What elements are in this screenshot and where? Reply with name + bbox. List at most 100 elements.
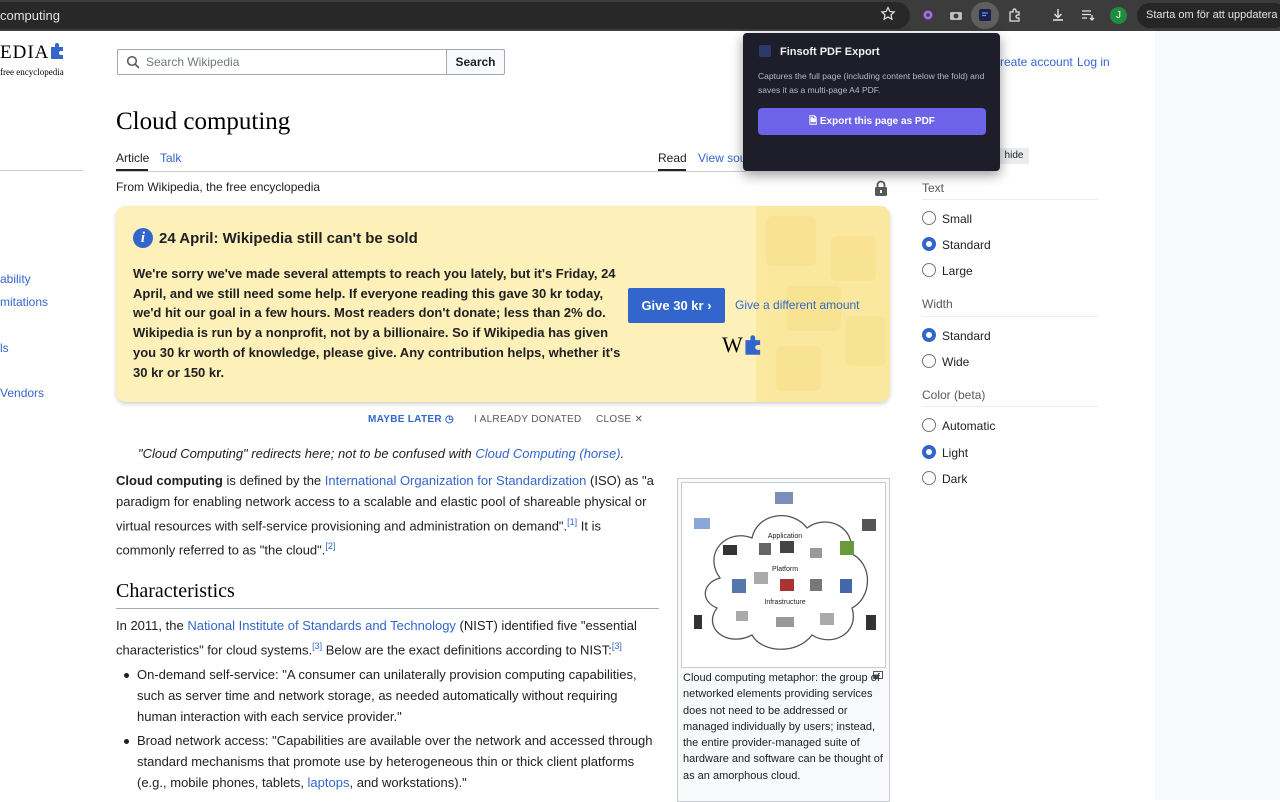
page-title: Cloud computing <box>116 108 291 135</box>
cloud-computing-horse-link[interactable]: Cloud Computing (horse) <box>475 446 620 461</box>
search-input[interactable]: Search Wikipedia <box>117 49 447 75</box>
width-wide-radio[interactable] <box>922 354 936 368</box>
reference-link[interactable]: [3] <box>612 641 622 651</box>
popup-title: Finsoft PDF Export <box>780 46 880 58</box>
toc-item[interactable]: Vendors <box>0 386 44 400</box>
pref-divider <box>922 406 1098 407</box>
hatnote: "Cloud Computing" redirects here; not to… <box>138 446 625 461</box>
bullet-marker <box>124 673 129 678</box>
url-text: computing <box>0 8 60 23</box>
pdf-export-popup: Finsoft PDF Export Captures the full pag… <box>743 33 1000 171</box>
close-icon: ✕ <box>634 414 644 425</box>
download-icon[interactable] <box>1048 5 1068 25</box>
reference-link[interactable]: [2] <box>325 541 335 551</box>
lock-icon[interactable] <box>874 180 888 196</box>
width-standard-radio[interactable] <box>922 328 936 342</box>
iso-link[interactable]: International Organization for Standardi… <box>325 473 587 488</box>
toc-item[interactable]: ability <box>0 272 31 286</box>
wikipedia-logo-wordmark[interactable]: EDIA <box>0 42 67 64</box>
wikipedia-25-logo: W <box>722 332 765 358</box>
figure-caption: Cloud computing metaphor: the group of n… <box>683 672 883 782</box>
search-placeholder: Search Wikipedia <box>146 55 240 69</box>
close-banner-button[interactable]: CLOSE ✕ <box>596 414 643 425</box>
tab-read[interactable]: Read <box>658 151 687 165</box>
maybe-later-button[interactable]: MAYBE LATER ◷ <box>368 414 454 425</box>
color-automatic-radio[interactable] <box>922 418 936 432</box>
extensions-puzzle-icon[interactable] <box>1005 5 1025 25</box>
log-in-link[interactable]: Log in <box>1077 55 1110 69</box>
tabs-divider <box>0 170 83 171</box>
tagline: From Wikipedia, the free encyclopedia <box>116 180 321 194</box>
text-size-small-radio[interactable] <box>922 211 936 225</box>
width-heading: Width <box>922 297 953 311</box>
nist-link[interactable]: National Institute of Standards and Tech… <box>187 618 456 633</box>
export-pdf-button[interactable]: 🗎 Export this page as PDF <box>758 108 986 135</box>
tab-article[interactable]: Article <box>116 151 149 165</box>
chevron-right-icon: › <box>707 298 712 313</box>
banner-message: We're sorry we've made several attempts … <box>133 266 621 380</box>
pref-divider <box>922 199 1098 200</box>
give-different-amount-link[interactable]: Give a different amount <box>735 298 860 312</box>
reference-link[interactable]: [1] <box>567 517 577 527</box>
text-size-standard-radio[interactable] <box>922 237 936 251</box>
color-dark-radio[interactable] <box>922 471 936 485</box>
search-button[interactable]: Search <box>446 49 505 75</box>
section-heading-characteristics: Characteristics <box>116 580 235 602</box>
info-icon: i <box>133 228 153 248</box>
popup-description: Captures the full page (including conten… <box>758 71 985 95</box>
tab-talk[interactable]: Talk <box>160 151 181 165</box>
extension-gear-icon[interactable] <box>918 5 938 25</box>
tab-article-underline <box>116 169 148 171</box>
radio-label[interactable]: Automatic <box>942 419 995 433</box>
reference-link[interactable]: [3] <box>312 641 322 651</box>
color-light-radio[interactable] <box>922 445 936 459</box>
radio-label[interactable]: Small <box>942 212 972 226</box>
puzzle-logo-icon <box>745 335 760 355</box>
tab-view-source[interactable]: View sou <box>698 151 746 165</box>
tabs-divider <box>116 171 746 172</box>
create-account-link[interactable]: reate account <box>1000 55 1073 69</box>
radio-label[interactable]: Light <box>942 446 968 460</box>
radio-label[interactable]: Standard <box>942 329 991 343</box>
donation-banner: i 24 April: Wikipedia still can't be sol… <box>116 206 890 402</box>
page-right-margin <box>1155 31 1280 800</box>
laptops-link[interactable]: laptops <box>308 775 350 790</box>
banner-title: 24 April: Wikipedia still can't be sold <box>159 230 418 247</box>
bookmark-star-icon[interactable] <box>880 6 896 22</box>
platform-label: Platform <box>772 566 798 573</box>
puzzle-logo-icon <box>51 43 64 59</box>
radio-label[interactable]: Large <box>942 264 973 278</box>
list-item: Broad network access: "Capabilities are … <box>137 733 653 790</box>
infrastructure-label: Infrastructure <box>764 599 805 606</box>
application-label: Application <box>768 533 802 540</box>
tab-read-underline <box>658 169 686 171</box>
text-size-heading: Text <box>922 181 945 195</box>
radio-label[interactable]: Dark <box>942 472 967 486</box>
toc-item[interactable]: mitations <box>0 295 48 309</box>
search-icon <box>126 55 140 69</box>
cloud-diagram-image[interactable]: Application Platform Infrastructure <box>681 482 886 668</box>
reading-list-icon[interactable] <box>1078 5 1098 25</box>
camera-extension-icon[interactable] <box>946 5 966 25</box>
toc-item[interactable]: ls <box>0 341 9 355</box>
list-item: On-demand self-service: "A consumer can … <box>137 667 637 724</box>
characteristics-paragraph: In 2011, the National Institute of Stand… <box>116 618 637 658</box>
update-restart-button[interactable]: Starta om för att uppdatera <box>1137 3 1280 28</box>
pdf-export-extension-icon[interactable] <box>975 5 995 25</box>
address-bar[interactable]: computing <box>0 2 910 29</box>
bullet-marker <box>124 739 129 744</box>
cloud-computing-figure: Application Platform Infrastructure Clou… <box>677 478 890 802</box>
radio-label[interactable]: Standard <box>942 238 991 252</box>
hide-appearance-button[interactable]: hide <box>999 148 1029 164</box>
wikipedia-logo-tagline: free encyclopedia <box>0 67 64 77</box>
already-donated-button[interactable]: I ALREADY DONATED <box>474 414 582 425</box>
cloud-diagram: Application Platform Infrastructure <box>694 492 876 650</box>
pref-divider <box>922 316 1098 317</box>
intro-paragraph: Cloud computing is defined by the Intern… <box>116 473 654 558</box>
give-amount-button[interactable]: Give 30 kr › <box>628 288 725 323</box>
clock-icon: ◷ <box>444 414 454 425</box>
color-heading: Color (beta) <box>922 388 986 402</box>
radio-label[interactable]: Wide <box>942 355 969 369</box>
text-size-large-radio[interactable] <box>922 263 936 277</box>
profile-avatar[interactable]: J <box>1110 7 1127 24</box>
